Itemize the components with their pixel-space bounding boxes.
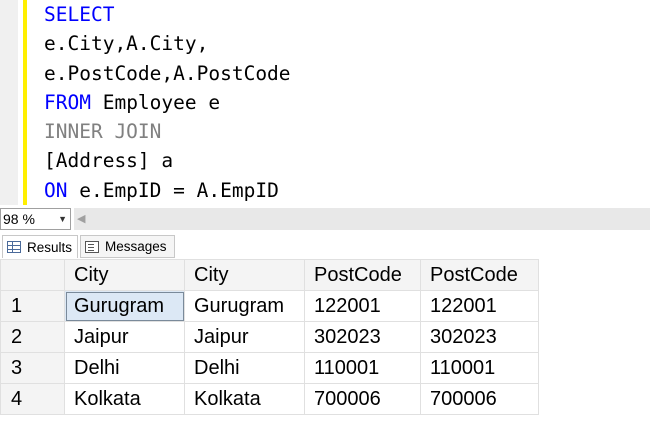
table-cell[interactable]: Delhi xyxy=(184,352,305,384)
table-cell[interactable]: Gurugram xyxy=(64,290,185,322)
grid-icon xyxy=(7,241,21,253)
scroll-left-icon[interactable]: ◀ xyxy=(77,212,85,225)
tab-results[interactable]: Results xyxy=(2,235,78,258)
tab-messages[interactable]: Messages xyxy=(80,235,175,258)
table-row: 2 Jaipur Jaipur 302023 302023 xyxy=(0,321,539,353)
editor-gutter xyxy=(0,0,18,205)
code-token: SELECT xyxy=(44,3,115,26)
table-cell[interactable]: 302023 xyxy=(304,321,421,353)
table-cell[interactable]: Jaipur xyxy=(184,321,305,353)
results-grid[interactable]: City City PostCode PostCode 1 Gurugram G… xyxy=(0,259,650,432)
row-number[interactable]: 2 xyxy=(0,321,65,353)
header-row: City City PostCode PostCode xyxy=(0,259,539,291)
editor-status-bar: 98 % ▼ ◀ xyxy=(0,206,650,233)
code-line[interactable]: e.PostCode,A.PostCode xyxy=(44,59,291,88)
table-cell[interactable]: Gurugram xyxy=(184,290,305,322)
code-token: FROM xyxy=(44,90,91,114)
row-number[interactable]: 1 xyxy=(0,290,65,322)
tab-messages-label: Messages xyxy=(105,239,167,254)
code-token: e.City,A.City, xyxy=(44,32,209,56)
change-tracking-bar xyxy=(23,0,27,205)
row-number-header[interactable] xyxy=(0,259,65,291)
table-row: 1 Gurugram Gurugram 122001 122001 xyxy=(0,290,539,322)
code-line[interactable]: SELECT xyxy=(44,0,291,29)
table-cell[interactable]: Jaipur xyxy=(64,321,185,353)
chevron-down-icon: ▼ xyxy=(58,214,67,224)
code-line[interactable]: ON e.EmpID = A.EmpID xyxy=(44,176,291,205)
sql-editor[interactable]: SELECT e.City,A.City, e.PostCode,A.PostCod… xyxy=(0,0,650,205)
zoom-value: 98 % xyxy=(3,211,35,227)
column-header[interactable]: PostCode xyxy=(304,259,421,291)
row-number[interactable]: 3 xyxy=(0,352,65,384)
table-cell[interactable]: 110001 xyxy=(420,352,539,384)
column-header[interactable]: PostCode xyxy=(420,259,539,291)
table-cell[interactable]: 302023 xyxy=(420,321,539,353)
tab-results-label: Results xyxy=(27,239,73,255)
messages-icon xyxy=(85,240,99,253)
table-cell[interactable]: 700006 xyxy=(420,383,539,415)
row-number[interactable]: 4 xyxy=(0,383,65,415)
code-line[interactable]: [Address] a xyxy=(44,146,291,175)
table-cell[interactable]: 122001 xyxy=(304,290,421,322)
table-cell[interactable]: Kolkata xyxy=(64,383,185,415)
results-table: City City PostCode PostCode 1 Gurugram G… xyxy=(0,259,539,415)
code-token: e.EmpID = A.EmpID xyxy=(67,178,279,202)
table-cell[interactable]: Delhi xyxy=(64,352,185,384)
code-token: ON xyxy=(44,178,68,202)
sql-code[interactable]: SELECT e.City,A.City, e.PostCode,A.PostCod… xyxy=(44,0,291,205)
code-token: [Address] a xyxy=(44,149,174,173)
table-row: 4 Kolkata Kolkata 700006 700006 xyxy=(0,383,539,415)
table-cell[interactable]: 700006 xyxy=(304,383,421,415)
column-header[interactable]: City xyxy=(64,259,185,291)
column-header[interactable]: City xyxy=(184,259,305,291)
code-line[interactable]: FROM Employee e xyxy=(44,88,291,117)
horizontal-scrollbar[interactable]: ◀ xyxy=(74,208,650,230)
code-line[interactable]: INNER JOIN xyxy=(44,117,291,146)
table-cell[interactable]: 110001 xyxy=(304,352,421,384)
result-tabs: Results Messages xyxy=(0,233,650,260)
code-token: Employee e xyxy=(90,90,221,114)
code-line[interactable]: e.City,A.City, xyxy=(44,29,291,58)
code-token: INNER JOIN xyxy=(44,120,162,144)
table-cell[interactable]: 122001 xyxy=(420,290,539,322)
table-row: 3 Delhi Delhi 110001 110001 xyxy=(0,352,539,384)
zoom-dropdown[interactable]: 98 % ▼ xyxy=(0,208,71,230)
table-cell[interactable]: Kolkata xyxy=(184,383,305,415)
code-token: e.PostCode,A.PostCode xyxy=(44,61,291,85)
